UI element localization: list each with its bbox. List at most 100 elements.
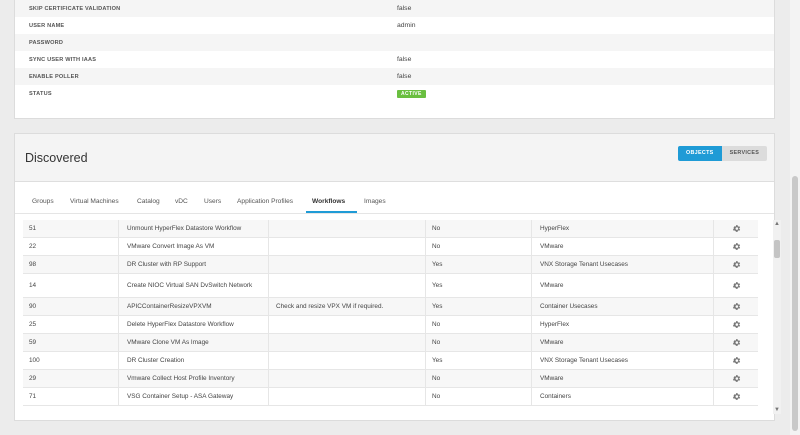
workflow-flag: No (428, 388, 532, 405)
workflow-flag: Yes (428, 256, 532, 273)
discovered-title: Discovered (25, 151, 88, 165)
gear-icon[interactable] (732, 302, 741, 311)
workflow-flag: Yes (428, 298, 532, 315)
workflow-flag: No (428, 220, 532, 237)
row-action (716, 298, 756, 315)
property-key: SKIP CERTIFICATE VALIDATION (29, 5, 121, 12)
workflow-folder: HyperFlex (534, 316, 714, 333)
workflow-flag: No (428, 334, 532, 351)
objects-button[interactable]: OBJECTS (678, 146, 722, 161)
table-row[interactable]: 22 VMware Convert Image As VM No VMware (23, 238, 758, 256)
workflow-name: APICContainerResizeVPXVM (121, 298, 269, 315)
table-row[interactable]: 29 Vmware Collect Host Profile Inventory… (23, 370, 758, 388)
workflow-folder: HyperFlex (534, 220, 714, 237)
row-action (716, 334, 756, 351)
workflow-description (271, 274, 426, 297)
workflow-id: 59 (29, 334, 119, 351)
workflow-id: 90 (29, 298, 119, 315)
workflow-description (271, 388, 426, 405)
workflow-name: VSG Container Setup - ASA Gateway (121, 388, 269, 405)
workflow-name: Delete HyperFlex Datastore Workflow (121, 316, 269, 333)
table-row[interactable]: 14 Create NIOC Virtual SAN DvSwitch Netw… (23, 274, 758, 298)
workflow-description (271, 334, 426, 351)
table-row[interactable]: 90 APICContainerResizeVPXVM Check and re… (23, 298, 758, 316)
workflow-name: DR Cluster with RP Support (121, 256, 269, 273)
gear-icon[interactable] (732, 281, 741, 290)
properties-panel: SKIP CERTIFICATE VALIDATION false USER N… (14, 0, 775, 119)
page-scrollbar[interactable] (790, 0, 800, 435)
row-action (716, 316, 756, 333)
workflow-folder: Container Usecases (534, 298, 714, 315)
workflow-flag: No (428, 238, 532, 255)
row-action (716, 352, 756, 369)
table-scrollbar[interactable]: ▲ ▼ (773, 220, 781, 414)
property-value: false (397, 73, 412, 80)
workflow-folder: VMware (534, 274, 714, 297)
property-row: PASSWORD (15, 34, 774, 51)
row-action (716, 370, 756, 387)
property-row: SYNC USER WITH IAAS false (15, 51, 774, 68)
property-row: STATUS ACTIVE (15, 85, 774, 102)
objects-services-toggle: OBJECTS SERVICES (678, 146, 768, 161)
status-badge: ACTIVE (397, 89, 426, 98)
workflow-description (271, 370, 426, 387)
tab-vdc[interactable]: vDC (175, 198, 188, 205)
table-row[interactable]: 25 Delete HyperFlex Datastore Workflow N… (23, 316, 758, 334)
scroll-down-icon[interactable]: ▼ (773, 406, 781, 414)
workflow-id: 25 (29, 316, 119, 333)
page-scrollbar-thumb[interactable] (792, 176, 798, 431)
workflow-id: 98 (29, 256, 119, 273)
tab-virtual-machines[interactable]: Virtual Machines (70, 198, 119, 205)
table-row[interactable]: 59 VMware Clone VM As Image No VMware (23, 334, 758, 352)
gear-icon[interactable] (732, 224, 741, 233)
property-row: ENABLE POLLER false (15, 68, 774, 85)
property-value: false (397, 56, 412, 63)
discovered-panel: Discovered OBJECTS SERVICES Groups Virtu… (14, 133, 781, 421)
workflow-description (271, 352, 426, 369)
workflow-name: VMware Clone VM As Image (121, 334, 269, 351)
table-row[interactable]: 98 DR Cluster with RP Support Yes VNX St… (23, 256, 758, 274)
workflow-name: VMware Convert Image As VM (121, 238, 269, 255)
property-key: PASSWORD (29, 39, 64, 46)
table-row[interactable]: 100 DR Cluster Creation Yes VNX Storage … (23, 352, 758, 370)
property-row: SKIP CERTIFICATE VALIDATION false (15, 0, 774, 17)
workflow-folder: VMware (534, 370, 714, 387)
property-value: ACTIVE (397, 89, 426, 98)
gear-icon[interactable] (732, 356, 741, 365)
workflow-description (271, 316, 426, 333)
tab-users[interactable]: Users (204, 198, 221, 205)
workflows-table: 51 Unmount HyperFlex Datastore Workflow … (23, 220, 768, 414)
table-row[interactable]: 51 Unmount HyperFlex Datastore Workflow … (23, 220, 758, 238)
tab-groups[interactable]: Groups (32, 198, 54, 205)
services-button[interactable]: SERVICES (721, 146, 768, 161)
tab-workflows[interactable]: Workflows (312, 198, 345, 205)
active-tab-indicator (306, 211, 357, 213)
workflow-name: Unmount HyperFlex Datastore Workflow (121, 220, 269, 237)
row-action (716, 274, 756, 297)
workflow-name: Vmware Collect Host Profile Inventory (121, 370, 269, 387)
workflow-folder: VMware (534, 334, 714, 351)
workflow-flag: Yes (428, 274, 532, 297)
tab-images[interactable]: Images (364, 198, 386, 205)
scrollbar-thumb[interactable] (774, 240, 780, 258)
tab-application-profiles[interactable]: Application Profiles (237, 198, 293, 205)
workflow-description (271, 256, 426, 273)
property-key: SYNC USER WITH IAAS (29, 56, 97, 63)
row-action (716, 388, 756, 405)
gear-icon[interactable] (732, 242, 741, 251)
gear-icon[interactable] (732, 392, 741, 401)
scroll-up-icon[interactable]: ▲ (773, 220, 781, 228)
table-row[interactable]: 71 VSG Container Setup - ASA Gateway No … (23, 388, 758, 406)
workflow-flag: Yes (428, 352, 532, 369)
workflow-description: Check and resize VPX VM if required. (271, 298, 426, 315)
gear-icon[interactable] (732, 374, 741, 383)
gear-icon[interactable] (732, 260, 741, 269)
discovered-header: Discovered OBJECTS SERVICES (15, 134, 774, 182)
gear-icon[interactable] (732, 338, 741, 347)
tab-catalog[interactable]: Catalog (137, 198, 160, 205)
gear-icon[interactable] (732, 320, 741, 329)
row-action (716, 238, 756, 255)
tab-bar: Groups Virtual Machines Catalog vDC User… (15, 190, 774, 214)
workflow-id: 29 (29, 370, 119, 387)
workflow-id: 22 (29, 238, 119, 255)
